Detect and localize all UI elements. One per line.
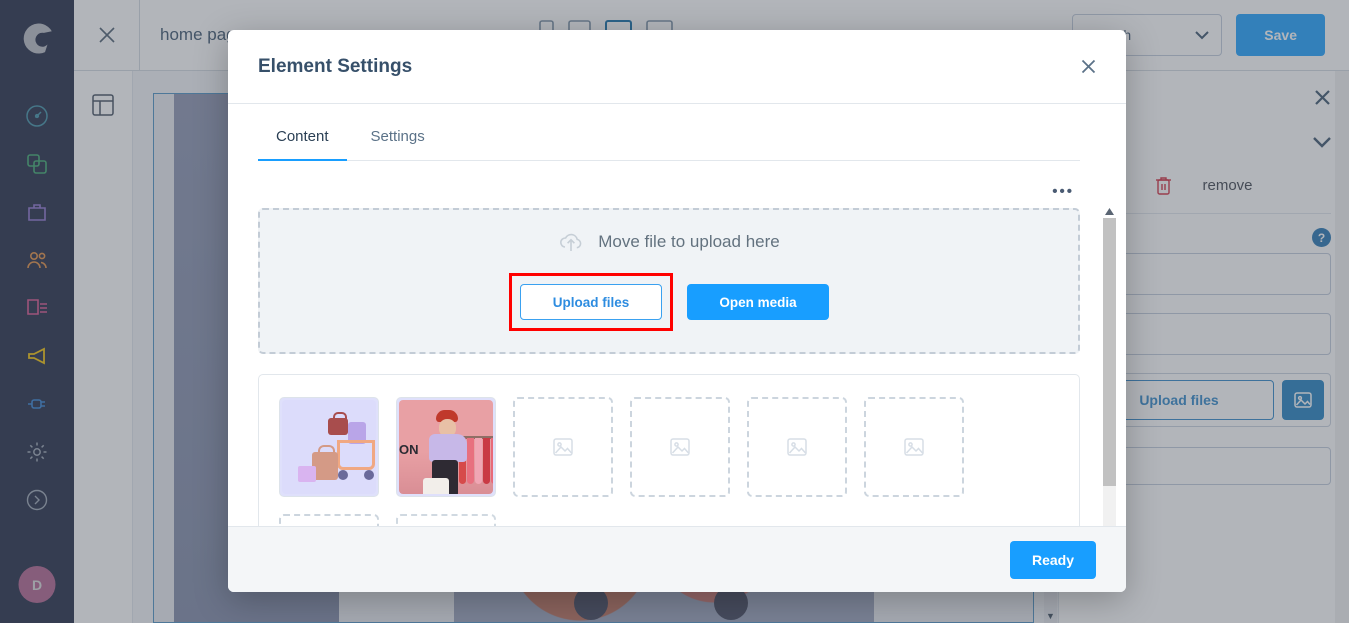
bag-shape [298, 466, 316, 482]
upload-files-highlight: Upload files [509, 273, 673, 331]
dress-shape [483, 438, 490, 484]
dropzone-label: Move file to upload here [598, 232, 780, 251]
gallery-item-woman-clothing-rack[interactable]: ON [396, 397, 496, 497]
cart-wheel [364, 470, 374, 480]
gallery-item-placeholder[interactable] [396, 514, 496, 526]
gallery-item-placeholder[interactable] [630, 397, 730, 497]
modal-header: Element Settings [228, 30, 1126, 104]
bag-shape [328, 412, 348, 435]
dropzone-actions: Upload files Open media [509, 273, 829, 331]
element-settings-modal: Element Settings Content Settings ••• Mo… [228, 30, 1126, 592]
more-options-icon[interactable]: ••• [1052, 183, 1074, 200]
open-media-button[interactable]: Open media [687, 284, 829, 320]
context-menu-row: ••• [258, 161, 1080, 208]
gallery-item-placeholder[interactable] [864, 397, 964, 497]
dress-shape [467, 438, 474, 484]
tab-content[interactable]: Content [258, 114, 347, 161]
ready-button[interactable]: Ready [1010, 540, 1096, 579]
screen-root: home page Save ▼ remove ? Upload files D… [0, 0, 1349, 623]
gallery-item-shopping-bags[interactable] [279, 397, 379, 497]
file-dropzone[interactable]: Move file to upload here Upload files Op… [258, 208, 1080, 354]
tab-settings[interactable]: Settings [353, 114, 443, 161]
modal-title: Element Settings [258, 55, 413, 77]
modal-footer: Ready [228, 526, 1126, 592]
dress-shape [475, 438, 482, 484]
modal-scrollbar-thumb[interactable] [1103, 218, 1116, 486]
dropzone-header: Move file to upload here [558, 231, 780, 253]
cart-wheel [338, 470, 348, 480]
dress-shape [491, 438, 493, 484]
modal-scrollbar[interactable] [1102, 204, 1117, 526]
cart-shape [337, 440, 375, 470]
blouse-shape [429, 434, 467, 462]
scroll-up-arrow-icon[interactable] [1102, 204, 1117, 218]
thumbnail-image: ON [399, 400, 493, 494]
thumbnail-caption: ON [399, 442, 419, 457]
gallery-item-placeholder[interactable] [279, 514, 379, 526]
thumbnail-image [282, 400, 376, 494]
modal-close-button[interactable] [1081, 59, 1096, 74]
gallery-item-placeholder[interactable] [747, 397, 847, 497]
white-garment-shape [423, 478, 449, 494]
thumbnail-caption [285, 440, 286, 446]
modal-body: Content Settings ••• Move file to upload… [228, 104, 1126, 526]
modal-tabs: Content Settings [258, 114, 1080, 161]
media-gallery: ON [258, 374, 1080, 526]
cloud-upload-icon [558, 231, 584, 253]
gallery-item-placeholder[interactable] [513, 397, 613, 497]
upload-files-button[interactable]: Upload files [520, 284, 662, 320]
